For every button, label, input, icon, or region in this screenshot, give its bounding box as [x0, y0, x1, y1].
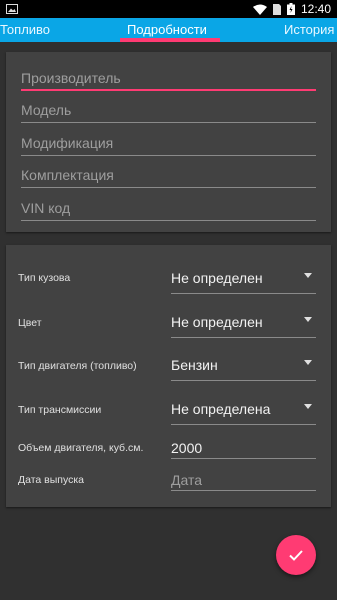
color-value: Не определен	[171, 314, 263, 330]
engine-type-value: Бензин	[171, 357, 218, 373]
release-date-label: Дата выпуска	[18, 474, 85, 486]
engine-volume-label: Объем двигателя, куб.см.	[18, 442, 144, 454]
color-label: Цвет	[18, 317, 42, 329]
tab-fuel[interactable]: Топливо	[0, 18, 50, 42]
transmission-select[interactable]: Не определена	[171, 397, 316, 425]
engine-volume-value: 2000	[171, 440, 203, 456]
active-tab-indicator	[120, 38, 220, 42]
body-type-value: Не определен	[171, 270, 263, 286]
transmission-value: Не определена	[171, 401, 271, 417]
dropdown-arrow-icon	[304, 360, 312, 365]
body-type-select[interactable]: Не определен	[171, 266, 316, 294]
release-date-input[interactable]: Дата	[171, 469, 316, 491]
save-fab-button[interactable]	[276, 535, 316, 575]
engine-volume-input[interactable]: 2000	[171, 437, 316, 459]
model-field[interactable]: Модель	[21, 99, 316, 123]
release-date-placeholder: Дата	[171, 472, 203, 488]
notification-image-icon	[6, 4, 18, 14]
tab-history[interactable]: История	[284, 18, 334, 42]
wifi-icon	[252, 4, 267, 15]
transmission-label: Тип трансмиссии	[18, 404, 102, 416]
battery-icon	[286, 3, 295, 15]
clock: 12:40	[300, 2, 331, 16]
tab-bar: Топливо Подробности История	[0, 18, 337, 42]
modification-field[interactable]: Модификация	[21, 132, 316, 156]
engine-type-select[interactable]: Бензин	[171, 353, 316, 381]
vehicle-info-card: Производитель Модель Модификация Комплек…	[6, 52, 331, 232]
dropdown-arrow-icon	[304, 317, 312, 322]
vin-field[interactable]: VIN код	[21, 197, 316, 221]
manufacturer-field[interactable]: Производитель	[21, 67, 316, 91]
sim-icon	[272, 3, 281, 15]
specs-card: Тип кузова Не определен Цвет Не определе…	[6, 245, 331, 507]
engine-type-label: Тип двигателя (топливо)	[18, 360, 137, 372]
dropdown-arrow-icon	[304, 273, 312, 278]
check-icon	[289, 549, 303, 561]
trim-field[interactable]: Комплектация	[21, 164, 316, 188]
status-bar: 12:40	[0, 0, 337, 18]
dropdown-arrow-icon	[304, 404, 312, 409]
body-type-label: Тип кузова	[18, 272, 71, 284]
color-select[interactable]: Не определен	[171, 310, 316, 338]
